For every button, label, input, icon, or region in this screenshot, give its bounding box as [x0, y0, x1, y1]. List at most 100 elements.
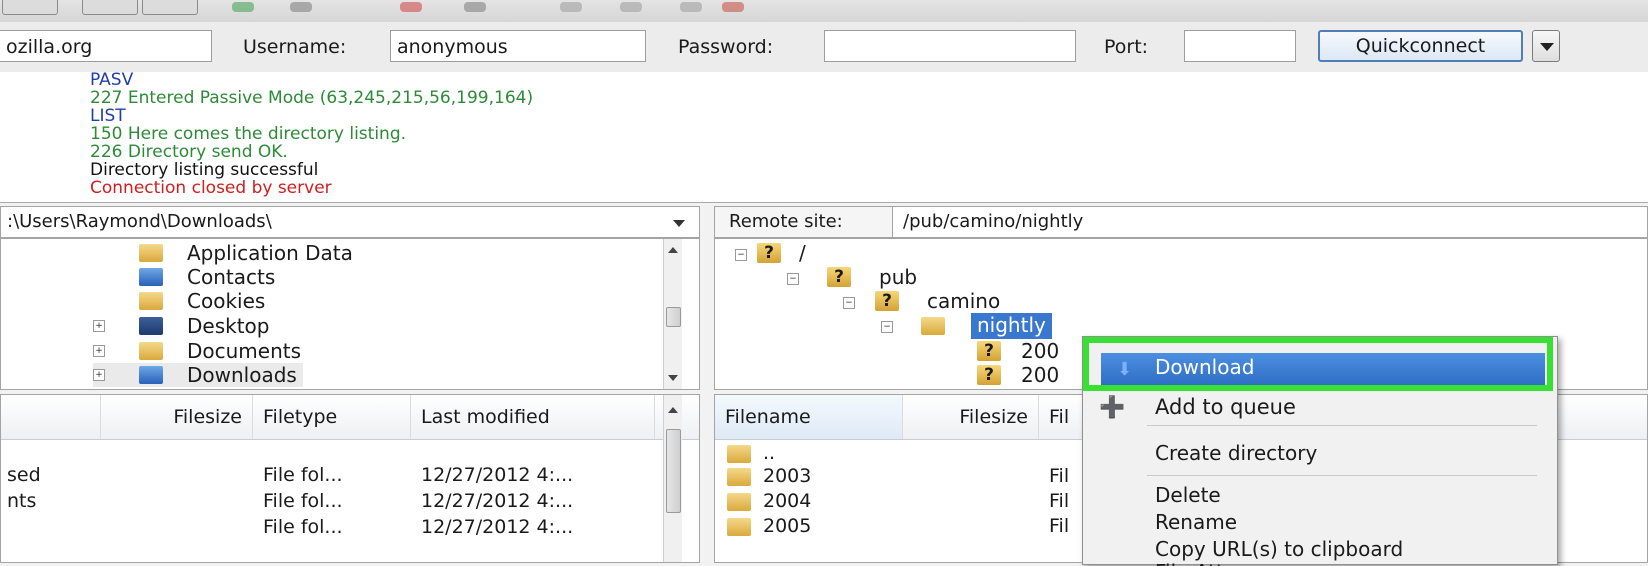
password-label: Password: — [678, 36, 774, 58]
column-header-filename[interactable]: Filename — [715, 395, 903, 439]
unknown-folder-icon: ? — [757, 243, 781, 263]
unknown-folder-icon: ? — [977, 365, 1001, 385]
local-site-path[interactable]: :\Users\Raymond\Downloads\ — [0, 206, 700, 238]
tree-item-label: Contacts — [187, 265, 276, 289]
file-attributes-menu-item[interactable]: File Att — [1155, 560, 1224, 566]
tree-item-label: 200 — [1021, 339, 1060, 363]
log-line: 150 Here comes the directory listing. — [90, 124, 407, 144]
log-line: LIST — [90, 106, 126, 126]
context-menu: ⬇ Download ➕ Add to queue Create directo… — [1082, 336, 1558, 566]
tree-item-label: Desktop — [187, 314, 270, 338]
expand-icon[interactable]: + — [93, 345, 105, 357]
folder-icon — [139, 342, 163, 360]
cell-filename: sed — [7, 464, 41, 486]
download-icon: ⬇ — [1117, 359, 1133, 380]
delete-menu-item[interactable]: Delete — [1155, 483, 1221, 507]
message-log: PASV 227 Entered Passive Mode (63,245,21… — [0, 70, 1648, 203]
folder-icon — [727, 468, 751, 486]
create-directory-menu-item[interactable]: Create directory — [1155, 441, 1317, 465]
cell-filetype: Fil — [1049, 490, 1070, 512]
local-path-text: :\Users\Raymond\Downloads\ — [7, 211, 272, 232]
quickconnect-button[interactable]: Quickconnect — [1318, 30, 1523, 62]
desktop-folder-icon — [139, 317, 163, 335]
collapse-icon[interactable]: − — [735, 249, 747, 261]
download-highlight-box: ⬇ Download — [1083, 337, 1553, 391]
toolbar-icon[interactable] — [290, 2, 312, 12]
collapse-icon[interactable]: − — [881, 321, 893, 333]
tree-item-label: nightly — [971, 313, 1052, 339]
column-header-filesize[interactable]: Filesize — [101, 395, 253, 439]
host-field[interactable]: ozilla.org — [0, 30, 212, 62]
log-line: Directory listing successful — [90, 160, 319, 180]
folder-icon — [727, 445, 751, 463]
scroll-thumb[interactable] — [666, 429, 681, 513]
cell-filetype: Fil — [1049, 465, 1070, 487]
cell-filename: nts — [7, 490, 37, 512]
cell-last-modified: 12/27/2012 4:... — [421, 464, 574, 486]
cell-filename: 2003 — [763, 465, 812, 487]
cell-filename: .. — [763, 442, 776, 464]
scroll-thumb[interactable] — [666, 307, 681, 327]
log-line: 227 Entered Passive Mode (63,245,215,56,… — [90, 88, 534, 108]
tree-item-label: / — [799, 241, 806, 265]
collapse-icon[interactable]: − — [843, 297, 855, 309]
log-line: Connection closed by server — [90, 178, 332, 198]
tree-item-label: 200 — [1021, 363, 1060, 387]
cell-last-modified: 12/27/2012 4:... — [421, 516, 574, 538]
local-file-list: Filesize Filetype Last modified sed File… — [0, 394, 700, 563]
cell-filetype: File fol... — [263, 464, 343, 486]
tree-item-label: pub — [879, 265, 918, 289]
column-header-filesize[interactable]: Filesize — [903, 395, 1039, 439]
tree-item-label: camino — [927, 289, 1001, 313]
remote-site-path[interactable]: /pub/camino/nightly — [903, 207, 1083, 237]
menu-separator — [1147, 475, 1537, 476]
compare-icon[interactable] — [620, 2, 642, 12]
expand-icon[interactable]: + — [93, 320, 105, 332]
username-field[interactable]: anonymous — [390, 30, 646, 62]
column-header-last-modified[interactable]: Last modified — [411, 395, 655, 439]
expand-icon[interactable]: + — [93, 369, 105, 381]
toolbar-button[interactable] — [82, 0, 138, 15]
chevron-down-icon[interactable] — [673, 220, 685, 227]
collapse-icon[interactable]: − — [787, 273, 799, 285]
local-tree-scrollbar[interactable] — [663, 239, 682, 389]
port-field[interactable] — [1184, 30, 1296, 62]
log-line: PASV — [90, 70, 134, 90]
cell-filetype: Fil — [1049, 515, 1070, 537]
download-menu-item[interactable]: ⬇ Download — [1101, 353, 1545, 385]
toolbar-button[interactable] — [2, 0, 58, 15]
add-to-queue-menu-item[interactable]: ➕ Add to queue — [1099, 395, 1296, 419]
sync-icon[interactable] — [680, 2, 702, 12]
cell-filetype: File fol... — [263, 516, 343, 538]
tree-item-selected[interactable]: + Downloads — [93, 363, 303, 387]
unknown-folder-icon: ? — [827, 267, 851, 287]
remote-site-bar: Remote site: /pub/camino/nightly — [714, 206, 1648, 238]
local-list-scrollbar[interactable] — [663, 395, 682, 562]
folder-icon — [727, 493, 751, 511]
filter-icon[interactable] — [560, 2, 582, 12]
table-row[interactable]: sed File fol... 12/27/2012 4:... — [1, 463, 661, 488]
menu-item-label: Download — [1155, 355, 1255, 379]
menu-separator — [1147, 425, 1537, 426]
remote-site-label: Remote site: — [715, 207, 893, 237]
toolbar-button[interactable] — [142, 0, 198, 15]
toolbar — [0, 0, 1648, 23]
contacts-folder-icon — [139, 268, 163, 286]
column-header-filename[interactable] — [1, 395, 101, 439]
quickconnect-dropdown-button[interactable] — [1532, 30, 1560, 62]
reconnect-icon[interactable] — [232, 2, 254, 12]
copy-url-menu-item[interactable]: Copy URL(s) to clipboard — [1155, 537, 1403, 561]
unknown-folder-icon: ? — [875, 291, 899, 311]
search-icon[interactable] — [722, 2, 744, 12]
column-header-filetype[interactable]: Filetype — [253, 395, 411, 439]
table-row[interactable]: File fol... 12/27/2012 4:... — [1, 515, 661, 540]
password-field[interactable] — [824, 30, 1076, 62]
cancel-icon[interactable] — [400, 2, 422, 12]
toolbar-icon[interactable] — [464, 2, 486, 12]
tree-item-label: Cookies — [187, 289, 266, 313]
rename-menu-item[interactable]: Rename — [1155, 510, 1237, 534]
table-row[interactable]: nts File fol... 12/27/2012 4:... — [1, 489, 661, 514]
cell-filename: 2005 — [763, 515, 812, 537]
cell-filename: 2004 — [763, 490, 812, 512]
log-line: 226 Directory send OK. — [90, 142, 288, 162]
